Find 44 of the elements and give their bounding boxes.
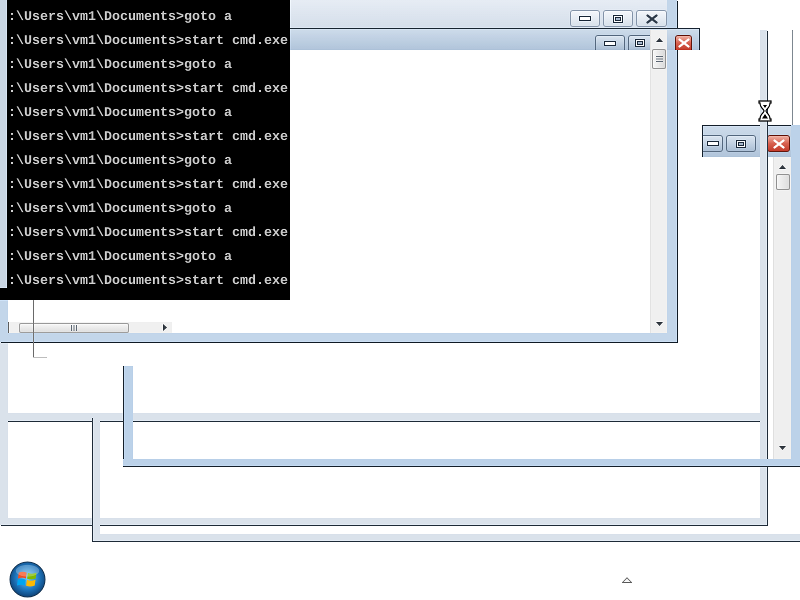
console-line: :\Users\vm1\Documents>start cmd.exe xyxy=(8,273,288,291)
close-button[interactable] xyxy=(636,10,667,27)
grip-icon xyxy=(71,324,77,330)
scrollbar[interactable] xyxy=(8,322,172,333)
hourglass-cursor-icon xyxy=(758,100,772,122)
minimize-button[interactable] xyxy=(570,10,600,27)
console-line: :\Users\vm1\Documents>start cmd.exe xyxy=(8,81,288,99)
minimize-button[interactable] xyxy=(703,135,723,152)
minimize-icon xyxy=(579,16,591,21)
console-line: :\Users\vm1\Documents>goto a xyxy=(8,249,232,267)
maximize-button[interactable] xyxy=(628,35,650,50)
close-icon xyxy=(678,38,690,48)
scrollbar-thumb[interactable] xyxy=(652,49,666,69)
up-triangle-icon[interactable] xyxy=(622,577,632,583)
maximize-icon xyxy=(613,14,623,22)
down-arrow-icon[interactable] xyxy=(779,446,786,450)
close-icon xyxy=(772,138,784,148)
close-button[interactable] xyxy=(767,135,790,152)
minimize-icon xyxy=(706,141,718,146)
console-line: :\Users\vm1\Documents>start cmd.exe xyxy=(8,225,288,243)
maximize-button[interactable] xyxy=(603,10,633,27)
console-line: :\Users\vm1\Documents>goto a xyxy=(8,9,232,27)
console-line: :\Users\vm1\Documents>start cmd.exe xyxy=(8,177,288,195)
minimize-icon xyxy=(604,40,616,46)
maximize-button[interactable] xyxy=(726,135,756,152)
console-line: :\Users\vm1\Documents>goto a xyxy=(8,153,232,171)
console-line: :\Users\vm1\Documents>goto a xyxy=(8,105,232,123)
close-button[interactable] xyxy=(675,35,692,50)
console-line: :\Users\vm1\Documents>start cmd.exe xyxy=(8,129,288,147)
maximize-icon xyxy=(736,140,746,148)
maximize-icon xyxy=(634,39,644,47)
console-line: :\Users\vm1\Documents>goto a xyxy=(8,201,232,219)
grip-icon xyxy=(656,56,662,62)
up-arrow-icon[interactable] xyxy=(779,165,786,169)
close-icon xyxy=(646,14,658,24)
down-arrow-icon[interactable] xyxy=(656,322,662,326)
console-line: :\Users\vm1\Documents>start cmd.exe xyxy=(8,33,288,51)
scrollbar-thumb[interactable] xyxy=(19,322,129,332)
start-orb-icon[interactable] xyxy=(9,561,46,598)
scrollbar-thumb[interactable] xyxy=(776,174,790,190)
right-arrow-icon[interactable] xyxy=(163,324,167,331)
minimize-button[interactable] xyxy=(595,35,625,50)
console-line: :\Users\vm1\Documents>goto a xyxy=(8,57,232,75)
up-arrow-icon[interactable] xyxy=(656,38,662,42)
